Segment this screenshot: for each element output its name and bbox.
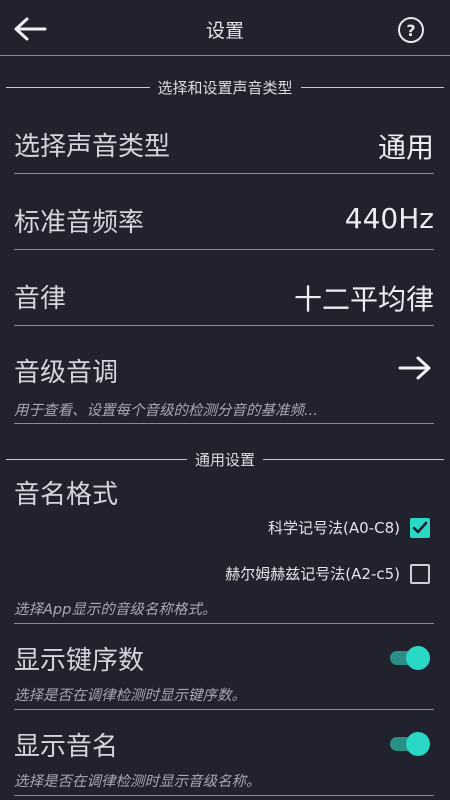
standard-frequency-row[interactable]: 标准音频率 440Hz	[14, 174, 434, 250]
toggle-thumb	[406, 732, 430, 756]
temperament-row[interactable]: 音律 十二平均律	[14, 250, 434, 326]
option-scientific[interactable]: 科学记号法(A0-C8)	[268, 517, 430, 538]
sound-type-value: 通用	[377, 131, 434, 164]
option-helmholtz[interactable]: 赫尔姆赫兹记号法(A2-c5)	[225, 563, 430, 584]
top-bar: 设置 ?	[0, 0, 450, 56]
standard-frequency-value: 440Hz	[344, 202, 434, 235]
temperament-label: 音律	[14, 284, 67, 314]
section-title-sound: 选择和设置声音类型	[157, 78, 293, 97]
show-note-name-toggle[interactable]	[390, 732, 430, 756]
pitch-tuning-row[interactable]: 音级音调 用于查看、设置每个音级的检测分音的基准频...	[14, 326, 434, 424]
show-key-number-row[interactable]: 显示键序数 选择是否在调律检测时显示键序数。	[14, 624, 434, 710]
page-title: 设置	[205, 20, 244, 42]
sound-type-row[interactable]: 选择声音类型 通用	[14, 110, 434, 174]
divider	[300, 86, 445, 88]
show-key-number-desc: 选择是否在调律检测时显示键序数。	[14, 688, 246, 704]
divider	[6, 86, 150, 88]
pitch-tuning-arrow[interactable]	[398, 354, 432, 384]
checkmark-icon	[412, 521, 428, 533]
helmholtz-checkbox[interactable]	[410, 563, 430, 584]
pitch-tuning-label: 音级音调	[14, 358, 119, 388]
section-title-general: 通用设置	[195, 450, 256, 469]
show-key-number-label: 显示键序数	[14, 646, 145, 676]
temperament-value: 十二平均律	[293, 283, 434, 316]
help-icon: ?	[406, 20, 416, 40]
note-format-row: 音名格式 科学记号法(A0-C8) 赫尔姆赫兹记号法(A2-c5) 选择App显…	[14, 470, 434, 624]
help-button[interactable]: ?	[398, 17, 424, 43]
section-header-general: 通用设置	[6, 449, 445, 469]
show-key-number-toggle[interactable]	[390, 646, 430, 670]
divider	[263, 458, 445, 460]
standard-frequency-label: 标准音频率	[14, 208, 145, 238]
show-note-name-row[interactable]: 显示音名 选择是否在调律检测时显示音级名称。	[14, 710, 434, 796]
note-format-desc: 选择App显示的音级名称格式。	[14, 602, 217, 618]
divider	[6, 458, 187, 460]
sound-type-label: 选择声音类型	[14, 132, 171, 162]
pitch-tuning-desc: 用于查看、设置每个音级的检测分音的基准频...	[14, 403, 318, 419]
scientific-checkbox[interactable]	[410, 517, 430, 538]
toggle-thumb	[406, 646, 430, 670]
section-header-sound: 选择和设置声音类型	[6, 77, 445, 97]
show-note-name-desc: 选择是否在调律检测时显示音级名称。	[14, 774, 261, 790]
option-helmholtz-label: 赫尔姆赫兹记号法(A2-c5)	[225, 565, 400, 583]
arrow-right-icon	[398, 356, 431, 380]
option-scientific-label: 科学记号法(A0-C8)	[268, 519, 400, 537]
show-note-name-label: 显示音名	[14, 732, 119, 762]
note-format-label: 音名格式	[14, 480, 119, 510]
